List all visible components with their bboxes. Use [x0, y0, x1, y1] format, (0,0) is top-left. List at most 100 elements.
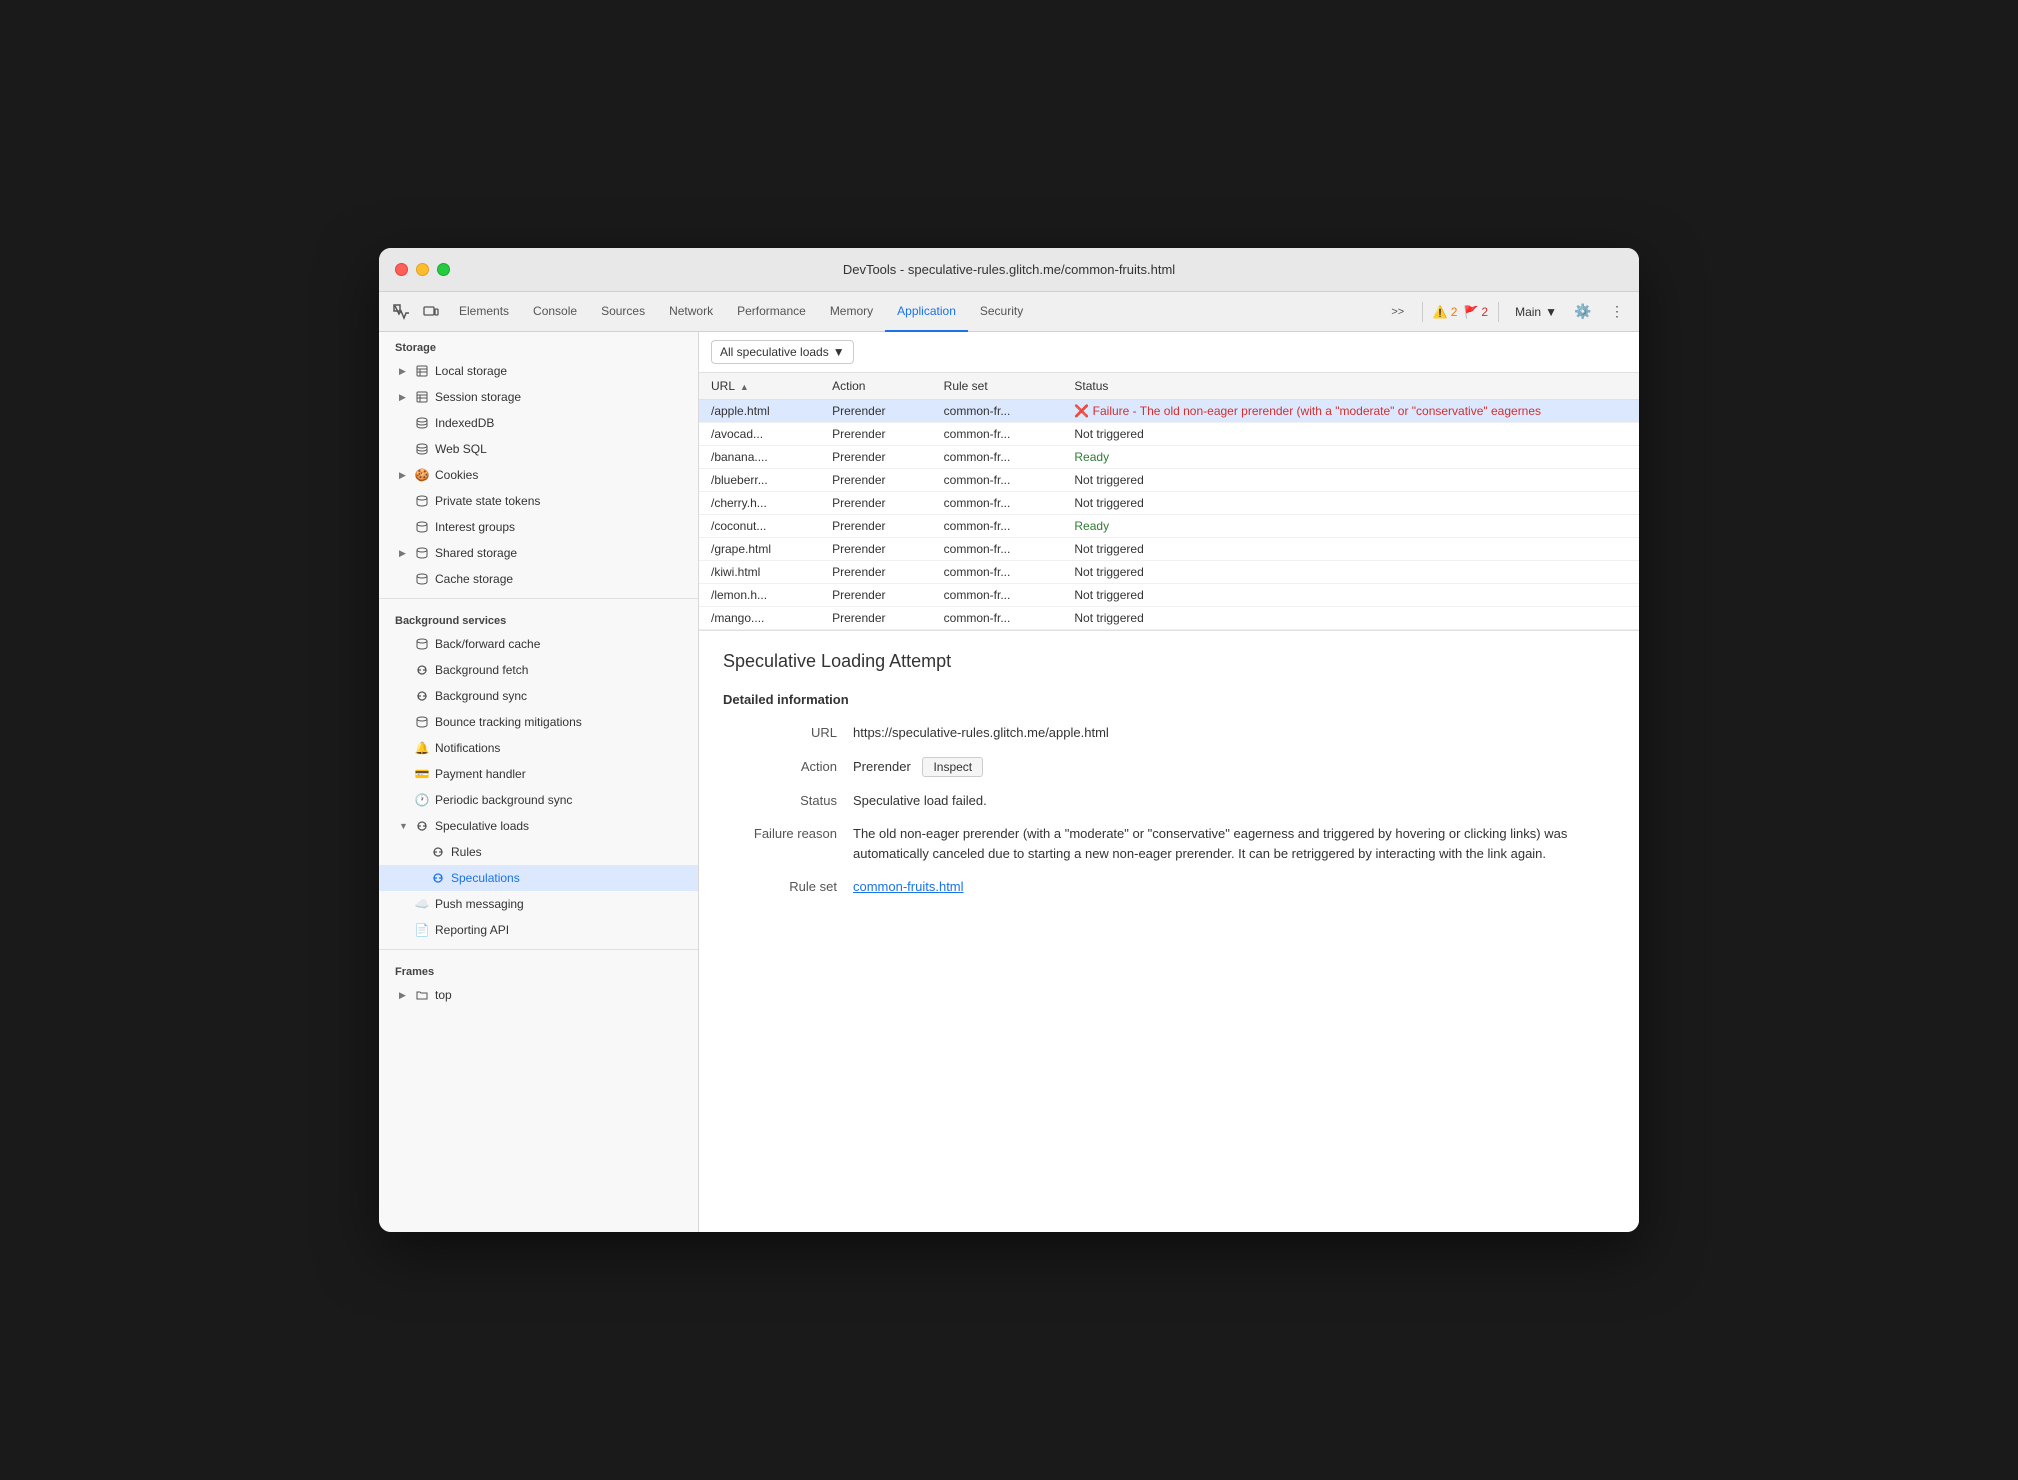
action-text: Prerender [853, 759, 911, 774]
cell-status: Ready [1062, 515, 1639, 538]
tab-network[interactable]: Network [657, 292, 725, 332]
more-tabs-button[interactable]: >> [1384, 298, 1412, 326]
table-row[interactable]: /cherry.h...Prerendercommon-fr...Not tri… [699, 492, 1639, 515]
main-label: Main [1515, 305, 1541, 319]
sidebar-item-periodic-bg-sync[interactable]: ▶ 🕐 Periodic background sync [379, 787, 698, 813]
toolbar-right: >> ⚠️ 2 🚩 2 Main ▼ ⚙️ ⋮ [1384, 298, 1631, 326]
table-row[interactable]: /grape.htmlPrerendercommon-fr...Not trig… [699, 538, 1639, 561]
table-row[interactable]: /banana....Prerendercommon-fr...Ready [699, 446, 1639, 469]
sidebar-item-web-sql[interactable]: ▶ Web SQL [379, 436, 698, 462]
sidebar-item-top[interactable]: ▶ top [379, 982, 698, 1008]
cell-status: Not triggered [1062, 607, 1639, 630]
sidebar-item-speculative-loads[interactable]: ▼ Speculative loads [379, 813, 698, 839]
table-row[interactable]: /coconut...Prerendercommon-fr...Ready [699, 515, 1639, 538]
bg-sync-label: Background sync [435, 689, 527, 703]
cell-url: /apple.html [699, 400, 820, 423]
tab-elements[interactable]: Elements [447, 292, 521, 332]
cell-ruleset: common-fr... [932, 469, 1063, 492]
errors-badge[interactable]: 🚩 2 [1463, 305, 1488, 319]
back-forward-label: Back/forward cache [435, 637, 540, 651]
cell-ruleset: common-fr... [932, 400, 1063, 423]
tab-memory[interactable]: Memory [818, 292, 885, 332]
detail-status-row: Status Speculative load failed. [723, 791, 1615, 811]
cell-ruleset: common-fr... [932, 607, 1063, 630]
sidebar-item-notifications[interactable]: ▶ 🔔 Notifications [379, 735, 698, 761]
more-options-icon[interactable]: ⋮ [1603, 298, 1631, 326]
sidebar-item-speculations[interactable]: ▶ Speculations [379, 865, 698, 891]
sidebar-item-payment-handler[interactable]: ▶ 💳 Payment handler [379, 761, 698, 787]
devtools-toolbar: Elements Console Sources Network Perform… [379, 292, 1639, 332]
sidebar-item-session-storage[interactable]: ▶ Session storage [379, 384, 698, 410]
cell-action: Prerender [820, 492, 932, 515]
sidebar-item-cookies[interactable]: ▶ 🍪 Cookies [379, 462, 698, 488]
session-storage-label: Session storage [435, 390, 521, 404]
cell-action: Prerender [820, 400, 932, 423]
tab-application[interactable]: Application [885, 292, 968, 332]
sidebar-item-cache-storage[interactable]: ▶ Cache storage [379, 566, 698, 592]
sidebar-item-indexeddb[interactable]: ▶ IndexedDB [379, 410, 698, 436]
filter-dropdown[interactable]: All speculative loads ▼ [711, 340, 854, 364]
table-row[interactable]: /kiwi.htmlPrerendercommon-fr...Not trigg… [699, 561, 1639, 584]
cell-action: Prerender [820, 515, 932, 538]
warnings-badge[interactable]: ⚠️ 2 [1433, 305, 1458, 319]
col-ruleset[interactable]: Rule set [932, 373, 1063, 400]
cell-url: /coconut... [699, 515, 820, 538]
devtools-window: DevTools - speculative-rules.glitch.me/c… [379, 248, 1639, 1232]
bounce-tracking-label: Bounce tracking mitigations [435, 715, 582, 729]
detail-url-row: URL https://speculative-rules.glitch.me/… [723, 723, 1615, 743]
periodic-bg-sync-label: Periodic background sync [435, 793, 572, 807]
table-row[interactable]: /mango....Prerendercommon-fr...Not trigg… [699, 607, 1639, 630]
close-button[interactable] [395, 263, 408, 276]
tab-performance[interactable]: Performance [725, 292, 818, 332]
inspect-button[interactable]: Inspect [922, 757, 983, 777]
cell-url: /cherry.h... [699, 492, 820, 515]
table-row[interactable]: /avocad...Prerendercommon-fr...Not trigg… [699, 423, 1639, 446]
warnings-count: 2 [1451, 305, 1458, 319]
ruleset-link[interactable]: common-fruits.html [853, 879, 964, 894]
speculations-label: Speculations [451, 871, 520, 885]
filter-label: All speculative loads [720, 345, 829, 359]
tab-sources[interactable]: Sources [589, 292, 657, 332]
detail-section-title: Detailed information [723, 692, 1615, 707]
ruleset-label: Rule set [723, 877, 853, 894]
table-body: /apple.htmlPrerendercommon-fr...❌ Failur… [699, 400, 1639, 630]
frames-section-header: Frames [379, 956, 698, 982]
failure-value: The old non-eager prerender (with a "mod… [853, 824, 1615, 863]
sidebar-item-interest-groups[interactable]: ▶ Interest groups [379, 514, 698, 540]
sidebar-item-private-state[interactable]: ▶ Private state tokens [379, 488, 698, 514]
cell-url: /avocad... [699, 423, 820, 446]
maximize-button[interactable] [437, 263, 450, 276]
tab-console[interactable]: Console [521, 292, 589, 332]
table-row[interactable]: /lemon.h...Prerendercommon-fr...Not trig… [699, 584, 1639, 607]
settings-icon[interactable]: ⚙️ [1569, 298, 1597, 326]
minimize-button[interactable] [416, 263, 429, 276]
sidebar-item-rules[interactable]: ▶ Rules [379, 839, 698, 865]
cookie-icon: 🍪 [415, 468, 429, 482]
sidebar-item-bounce-tracking[interactable]: ▶ Bounce tracking mitigations [379, 709, 698, 735]
col-status[interactable]: Status [1062, 373, 1639, 400]
cell-action: Prerender [820, 584, 932, 607]
device-toolbar-icon[interactable] [417, 298, 445, 326]
sidebar-item-shared-storage[interactable]: ▶ Shared storage [379, 540, 698, 566]
url-label: URL [723, 723, 853, 740]
sync-icon [415, 819, 429, 833]
expand-arrow-icon: ▶ [399, 470, 409, 481]
expand-arrow-icon: ▶ [399, 366, 409, 377]
sidebar-item-reporting-api[interactable]: ▶ 📄 Reporting API [379, 917, 698, 943]
sidebar-item-local-storage[interactable]: ▶ Local storage [379, 358, 698, 384]
titlebar: DevTools - speculative-rules.glitch.me/c… [379, 248, 1639, 292]
inspect-element-icon[interactable] [387, 298, 415, 326]
sidebar-item-push-messaging[interactable]: ▶ ☁️ Push messaging [379, 891, 698, 917]
sidebar-item-back-forward[interactable]: ▶ Back/forward cache [379, 631, 698, 657]
col-url[interactable]: URL ▲ [699, 373, 820, 400]
db-icon [415, 572, 429, 586]
sidebar-item-bg-sync[interactable]: ▶ Background sync [379, 683, 698, 709]
sidebar-item-bg-fetch[interactable]: ▶ Background fetch [379, 657, 698, 683]
action-value: Prerender Inspect [853, 757, 1615, 777]
col-action[interactable]: Action [820, 373, 932, 400]
sort-arrow-icon: ▲ [740, 382, 749, 392]
main-dropdown[interactable]: Main ▼ [1509, 303, 1563, 321]
table-row[interactable]: /apple.htmlPrerendercommon-fr...❌ Failur… [699, 400, 1639, 423]
tab-security[interactable]: Security [968, 292, 1035, 332]
table-row[interactable]: /blueberr...Prerendercommon-fr...Not tri… [699, 469, 1639, 492]
